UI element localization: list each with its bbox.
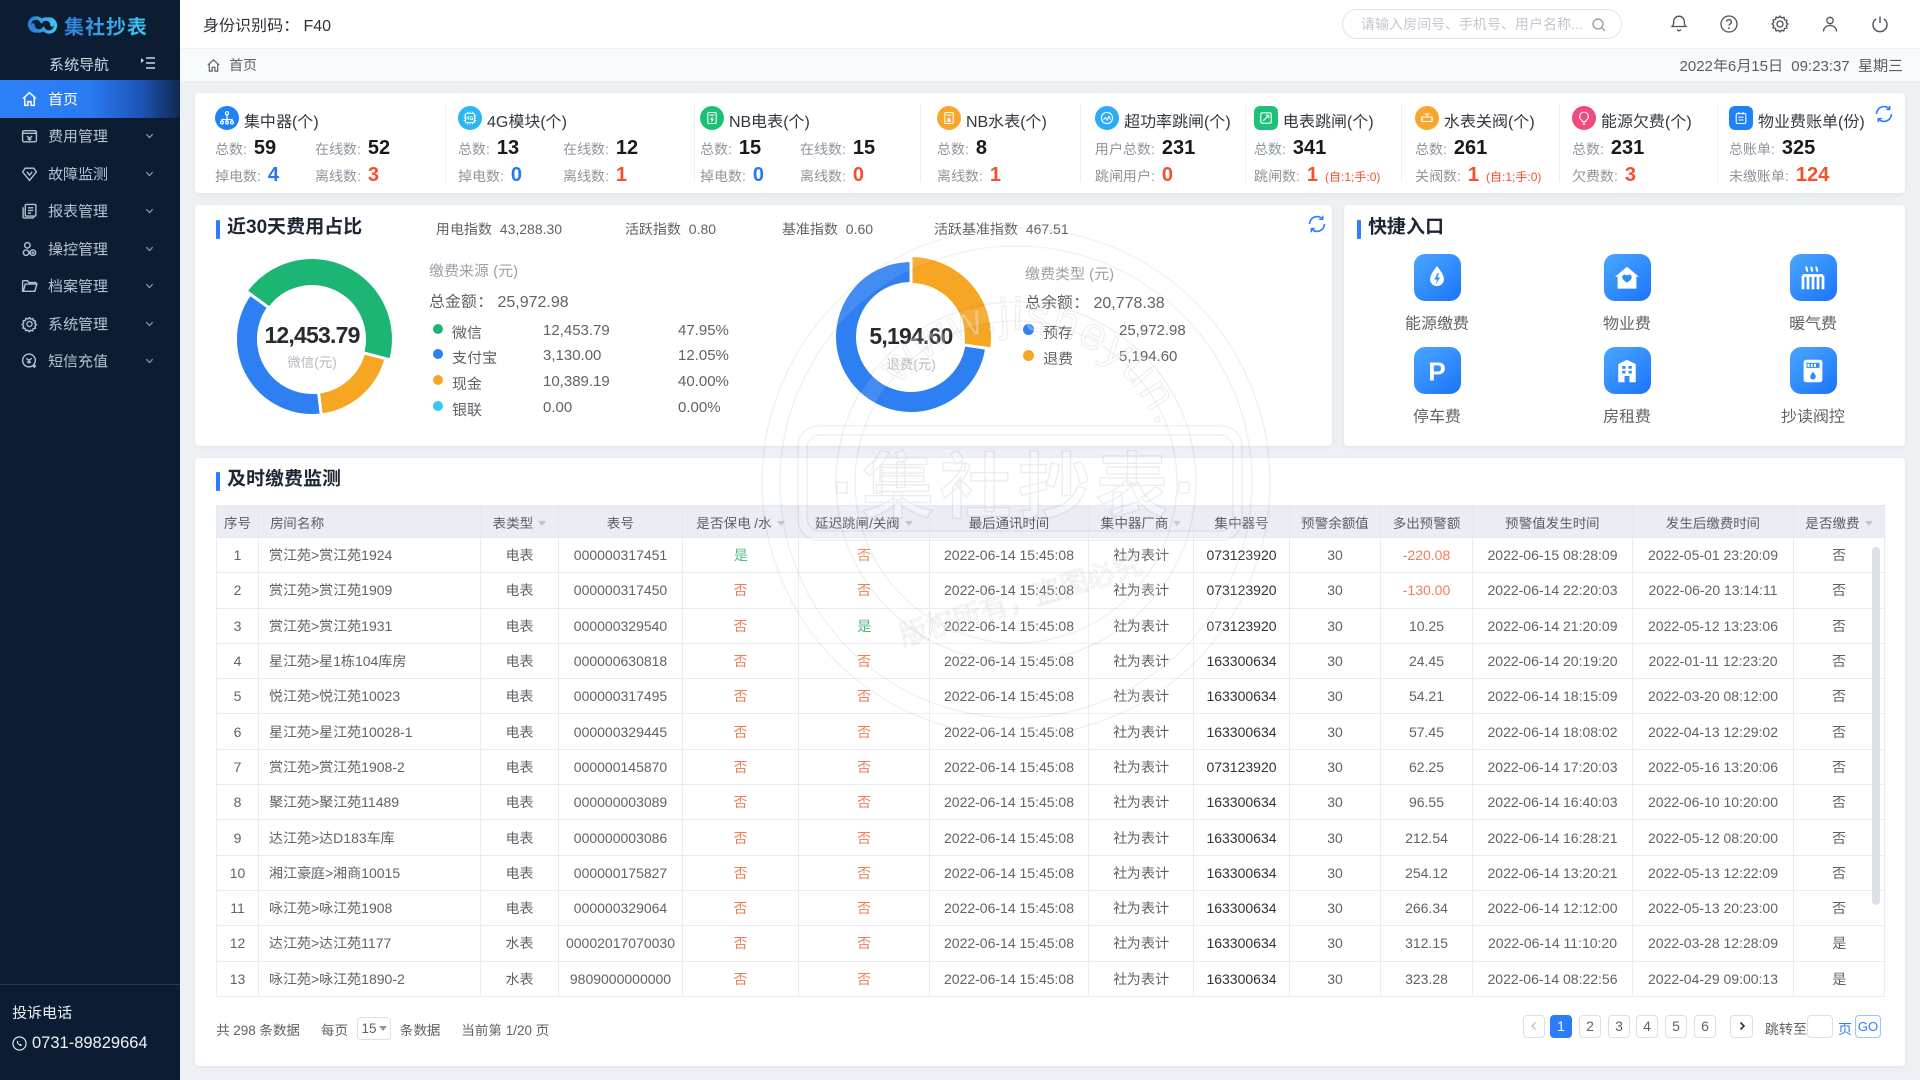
svg-text:P: P bbox=[1428, 356, 1446, 386]
svg-text:4G: 4G bbox=[466, 116, 473, 122]
